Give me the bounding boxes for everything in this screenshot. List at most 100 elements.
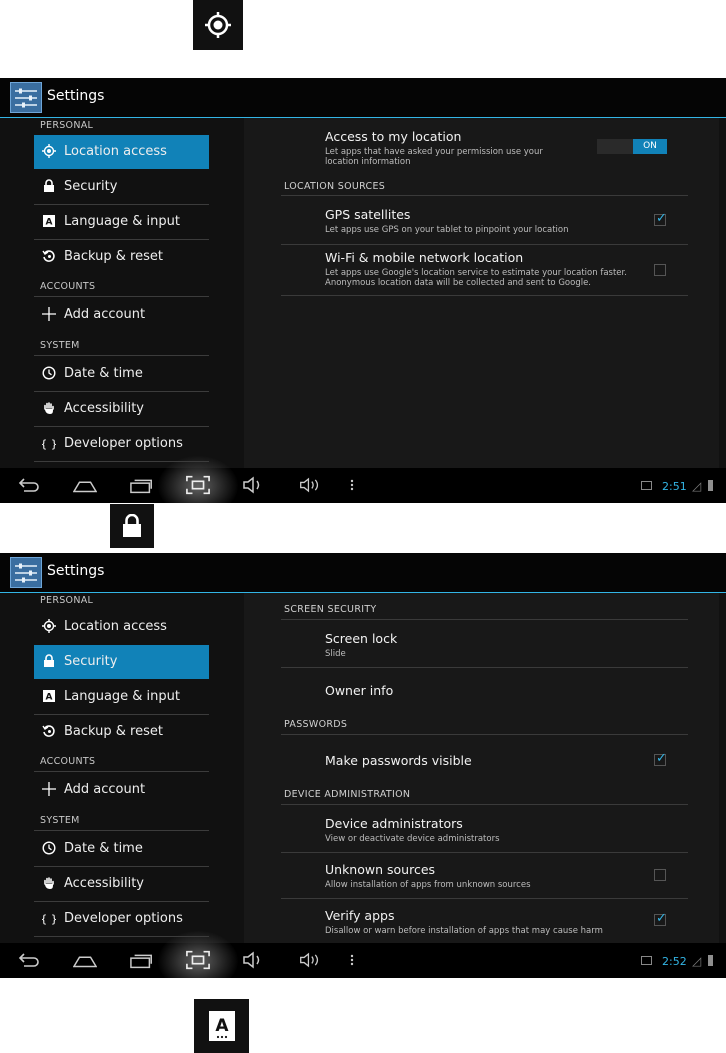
svg-text:A: A xyxy=(46,693,53,703)
home-icon[interactable] xyxy=(73,475,97,495)
sidebar-item-label: Language & input xyxy=(64,689,180,704)
sidebar-item-label: Security xyxy=(64,179,118,194)
device-administrators-subtitle: View or deactivate device administrators xyxy=(325,834,500,844)
unknown-sources-title: Unknown sources xyxy=(325,862,436,877)
checkmark-icon: ✓ xyxy=(656,211,667,226)
divider xyxy=(34,830,209,831)
keyboard-a-icon: A xyxy=(43,690,55,703)
volume-up-icon[interactable] xyxy=(299,950,323,970)
wifi-location-title: Wi-Fi & mobile network location xyxy=(325,250,524,265)
sidebar-item-developer-options[interactable]: { } Developer options xyxy=(34,427,209,461)
sidebar-item-label: Backup & reset xyxy=(64,724,163,739)
divider xyxy=(281,195,688,196)
backup-icon xyxy=(42,725,55,737)
sidebar-item-add-account[interactable]: Add account xyxy=(34,298,209,332)
screen-lock-subtitle: Slide xyxy=(325,649,346,659)
sidebar-item-label: Location access xyxy=(64,619,167,634)
sidebar-item-label: Language & input xyxy=(64,214,180,229)
sidebar-item-backup-reset[interactable]: Backup & reset xyxy=(34,240,209,274)
lock-icon xyxy=(123,514,141,537)
sidebar-item-security[interactable]: Security xyxy=(34,170,209,204)
keyboard-a-icon-tile: A xyxy=(194,999,249,1053)
location-icon-tile xyxy=(193,0,243,50)
verify-apps-subtitle: Disallow or warn before installation of … xyxy=(325,926,603,936)
volume-up-icon[interactable] xyxy=(299,475,323,495)
checkmark-icon: ✓ xyxy=(656,911,667,926)
menu-icon[interactable] xyxy=(345,950,359,970)
divider xyxy=(34,296,209,297)
sidebar-header-system: SYSTEM xyxy=(40,340,80,351)
menu-icon[interactable] xyxy=(345,475,359,495)
settings-app-icon[interactable] xyxy=(10,82,42,113)
sidebar-item-language-input[interactable]: A Language & input xyxy=(34,205,209,239)
divider xyxy=(34,771,209,772)
hand-icon xyxy=(44,402,54,414)
sidebar-item-label: Accessibility xyxy=(64,876,144,891)
settings-screen-security: Settings PERSONAL Location access Securi… xyxy=(0,553,726,978)
back-icon[interactable] xyxy=(16,950,40,970)
screenshot-icon[interactable] xyxy=(186,475,210,495)
sidebar-item-security[interactable]: Security xyxy=(34,645,209,679)
sidebar-item-label: Add account xyxy=(64,307,146,322)
sidebar-item-accessibility[interactable]: Accessibility xyxy=(34,392,209,426)
svg-text:{ }: { } xyxy=(42,438,56,451)
sidebar-item-language-input[interactable]: A Language & input xyxy=(34,680,209,714)
unknown-sources-checkbox[interactable] xyxy=(654,869,666,881)
screenshot-icon[interactable] xyxy=(186,950,210,970)
recent-apps-icon[interactable] xyxy=(130,475,154,495)
make-passwords-visible-title: Make passwords visible xyxy=(325,753,472,768)
status-clock: 2:52 xyxy=(662,955,687,968)
hand-icon xyxy=(44,877,54,889)
sidebar-header-system: SYSTEM xyxy=(40,815,80,826)
recent-apps-icon[interactable] xyxy=(130,950,154,970)
volume-down-icon[interactable] xyxy=(242,475,266,495)
sidebar-item-location-access[interactable]: Location access xyxy=(34,610,209,644)
home-icon[interactable] xyxy=(73,950,97,970)
sidebar-item-accessibility[interactable]: Accessibility xyxy=(34,867,209,901)
divider xyxy=(281,734,688,735)
device-administrators-title: Device administrators xyxy=(325,816,463,831)
sidebar-header-accounts: ACCOUNTS xyxy=(40,281,96,292)
sidebar-item-add-account[interactable]: Add account xyxy=(34,773,209,807)
keyboard-a-icon: A xyxy=(43,215,55,228)
sidebar-header-personal: PERSONAL xyxy=(40,595,94,606)
system-nav-bar: 2:51 ◿ xyxy=(0,456,726,503)
back-icon[interactable] xyxy=(16,475,40,495)
divider xyxy=(281,804,688,805)
location-icon xyxy=(42,619,56,633)
sidebar-item-label: Date & time xyxy=(64,366,143,381)
settings-screen-location: Settings PERSONAL Location access Securi… xyxy=(0,78,726,503)
make-passwords-visible-checkbox[interactable]: ✓ xyxy=(654,751,667,766)
section-header-screen-security: SCREEN SECURITY xyxy=(284,604,377,615)
sidebar-item-developer-options[interactable]: { } Developer options xyxy=(34,902,209,936)
section-header-location-sources: LOCATION SOURCES xyxy=(284,181,386,192)
divider xyxy=(281,667,688,668)
lock-icon xyxy=(44,654,54,667)
location-icon xyxy=(42,144,56,158)
divider xyxy=(281,619,688,620)
sidebar-item-date-time[interactable]: Date & time xyxy=(34,357,209,391)
gps-subtitle: Let apps use GPS on your tablet to pinpo… xyxy=(325,225,569,235)
braces-icon: { } xyxy=(42,913,56,926)
plus-icon xyxy=(42,307,56,321)
system-nav-bar: 2:52 ◿ xyxy=(0,931,726,978)
clock-icon xyxy=(42,366,56,380)
plus-icon xyxy=(42,782,56,796)
section-header-device-administration: DEVICE ADMINISTRATION xyxy=(284,789,411,800)
settings-app-icon[interactable] xyxy=(10,557,42,588)
sidebar-item-label: Date & time xyxy=(64,841,143,856)
location-icon xyxy=(205,12,231,38)
signal-icon: ◿ xyxy=(692,954,702,968)
verify-apps-checkbox[interactable]: ✓ xyxy=(654,911,667,926)
location-access-toggle[interactable]: ON xyxy=(597,139,667,154)
access-location-subtitle: Let apps that have asked your permission… xyxy=(325,147,543,167)
sidebar-item-label: Accessibility xyxy=(64,401,144,416)
sidebar-header-accounts: ACCOUNTS xyxy=(40,756,96,767)
status-clock: 2:51 xyxy=(662,480,687,493)
wifi-location-checkbox[interactable] xyxy=(654,264,666,276)
sidebar-item-date-time[interactable]: Date & time xyxy=(34,832,209,866)
volume-down-icon[interactable] xyxy=(242,950,266,970)
sidebar-item-backup-reset[interactable]: Backup & reset xyxy=(34,715,209,749)
sidebar-item-location-access[interactable]: Location access xyxy=(34,135,209,169)
gps-checkbox[interactable]: ✓ xyxy=(654,211,667,226)
